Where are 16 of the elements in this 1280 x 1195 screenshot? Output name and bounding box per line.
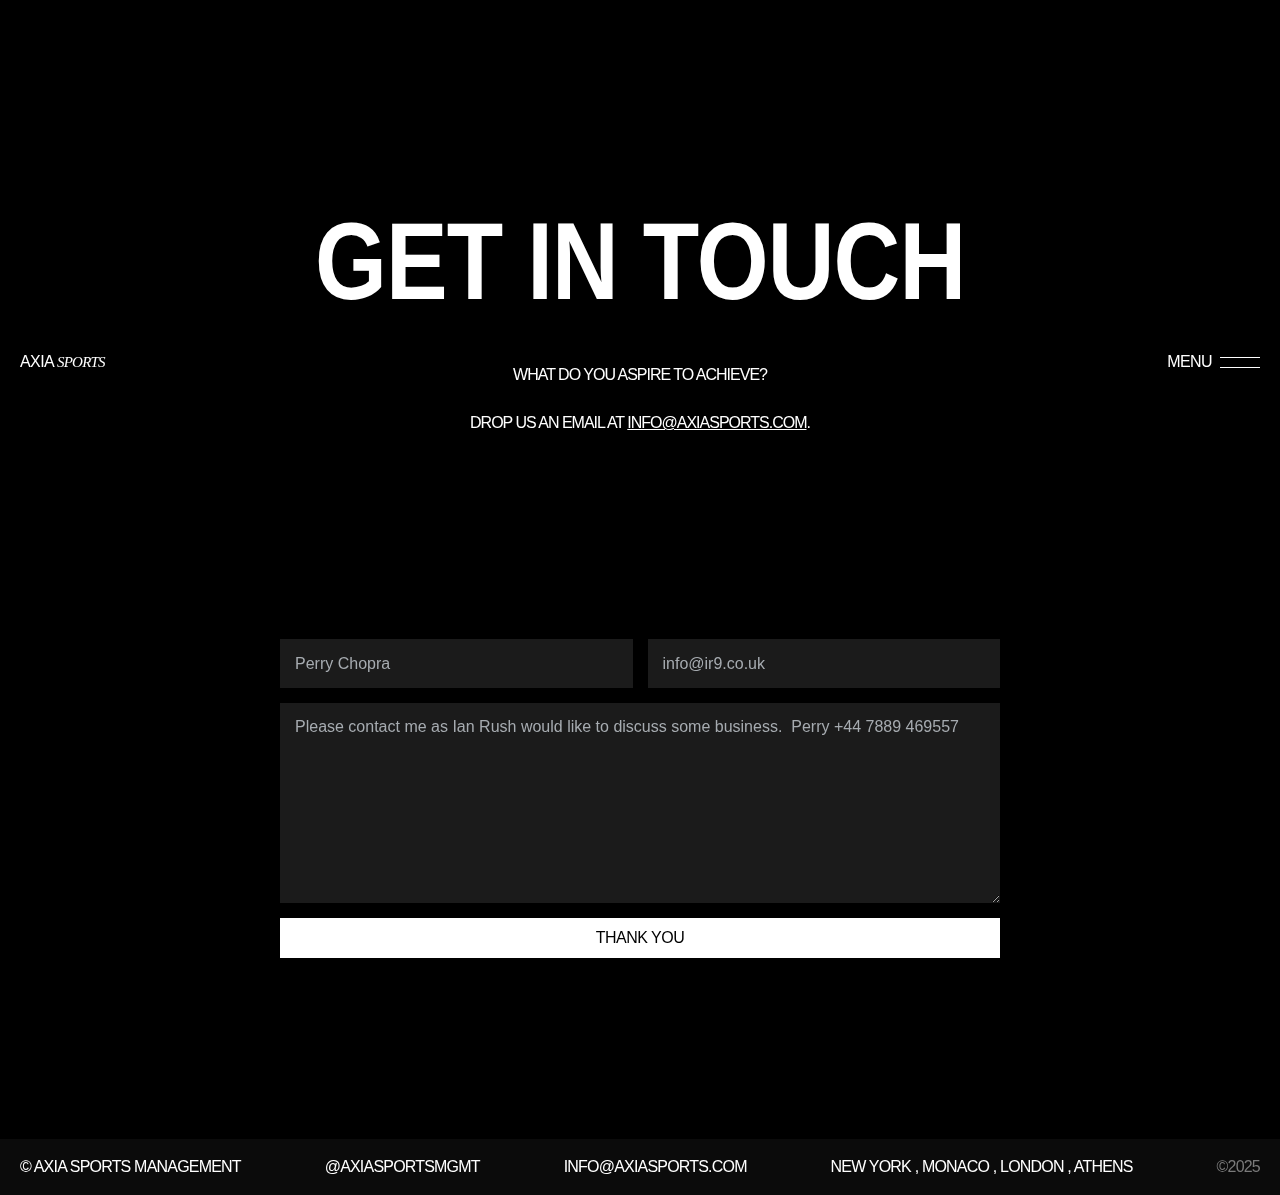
email-link[interactable]: INFO@AXIASPORTS.COM	[627, 414, 807, 432]
subtitle: WHAT DO YOU ASPIRE TO ACHIEVE?	[513, 365, 767, 385]
logo[interactable]: AXIA SPORTS	[20, 352, 105, 372]
social-link[interactable]: @AXIASPORTSMGMT	[324, 1158, 480, 1176]
menu-button[interactable]: MENU	[1167, 352, 1260, 372]
page-title: GET IN TOUCH	[314, 206, 966, 316]
email-input[interactable]: info@ir9.co.uk	[647, 639, 1000, 689]
footer-email-link[interactable]: INFO@AXIASPORTS.COM	[563, 1158, 747, 1176]
name-input[interactable]: Perry Chopra	[280, 639, 633, 689]
message-textarea[interactable]: Please contact me as Ian Rush would like to discuss some business. Perry +44 7889 469557	[280, 703, 1000, 904]
locations-text: NEW YORK , MONACO , LONDON , ATHENS	[830, 1158, 1133, 1176]
submit-button[interactable]: THANK YOU	[280, 918, 1000, 959]
year-text: ©2025	[1216, 1158, 1260, 1176]
email-sentence: DROP US AN EMAIL AT INFO@AXIASPORTS.COM.	[470, 413, 810, 433]
copyright-text: © AXIA SPORTS MANAGEMENT	[20, 1158, 241, 1176]
menu-icon	[1220, 356, 1260, 368]
